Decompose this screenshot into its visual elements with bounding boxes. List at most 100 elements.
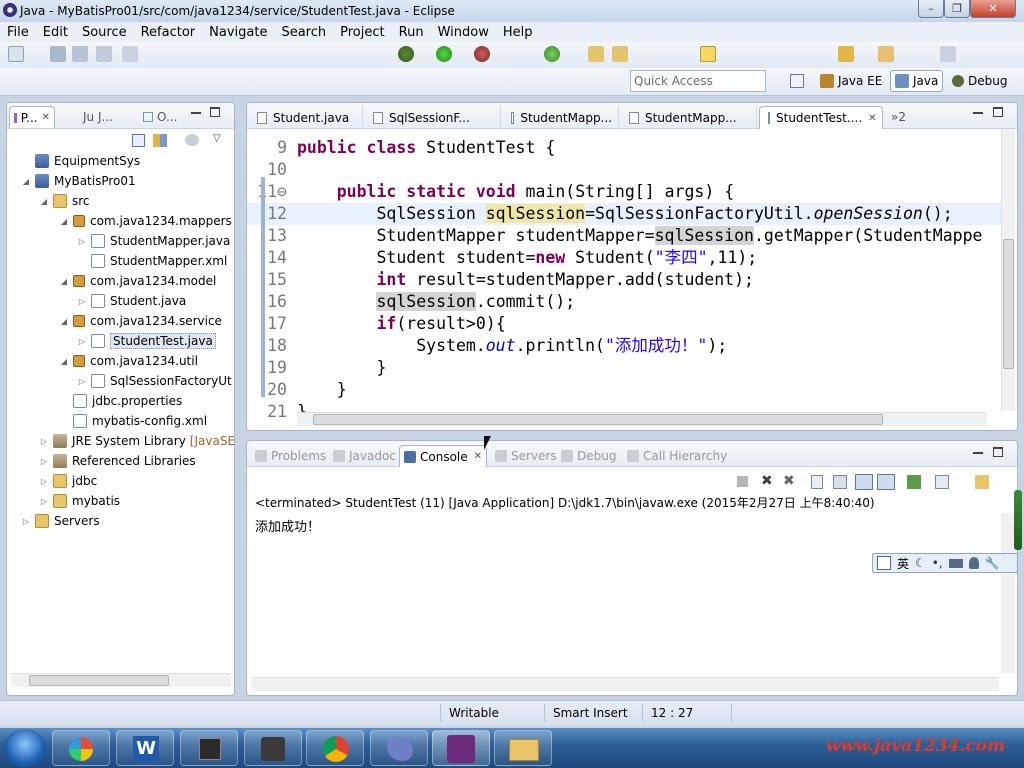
tree-item[interactable]: ▷ Student.java [77,291,186,311]
collapsed-arrow-icon[interactable]: ▷ [39,477,49,486]
new-java-class-icon[interactable] [544,46,560,62]
minimize-button[interactable]: – [918,0,944,18]
new-icon[interactable] [8,46,24,62]
taskbar-app-tool[interactable] [244,730,302,766]
editor-vertical-scrollbar[interactable] [1001,129,1015,411]
perspective-java[interactable]: Java [890,70,944,92]
tree-item[interactable]: StudentMapper.xml [77,251,227,271]
punctuation-icon[interactable]: •, [932,556,943,570]
code-line[interactable]: 10 [247,159,1003,181]
tab-console[interactable]: Console ✕ [399,445,488,467]
collapsed-arrow-icon[interactable]: ▷ [77,337,87,346]
menu-source[interactable]: Source [75,25,134,40]
editor-tab[interactable]: StudentMapp... [503,106,619,129]
expanded-arrow-icon[interactable]: ◢ [59,317,69,326]
code-line[interactable]: 11⊖ public static void main(String[] arg… [247,181,1003,203]
tab-debug[interactable]: Debug [557,445,620,467]
run-icon[interactable] [436,46,452,62]
print-icon[interactable] [96,46,112,62]
tree-item[interactable]: ◢ com.java1234.model [59,271,216,291]
tab-outline[interactable]: O... [139,106,181,128]
expanded-arrow-icon[interactable]: ◢ [59,277,69,286]
code-line[interactable]: 13 StudentMapper studentMapper=sqlSessio… [247,225,1003,247]
console-vertical-scrollbar[interactable] [1001,513,1015,673]
tree-item[interactable]: ◢ com.java1234.mappers [59,211,232,231]
search-icon[interactable] [612,46,628,62]
quick-access-input[interactable]: Quick Access [630,70,766,92]
tree-item[interactable]: ◢ MyBatisPro01 [21,171,136,191]
maximize-view-icon[interactable] [993,107,1003,117]
taskbar-app-chrome[interactable] [306,730,364,766]
view-menu-icon[interactable] [185,134,199,146]
editor-tab[interactable]: SqlSessionF... [365,106,501,129]
collapsed-arrow-icon[interactable]: ▷ [77,297,87,306]
display-selected-console-icon[interactable] [907,475,921,489]
code-line[interactable]: 17 if(result>0){ [247,313,1003,335]
taskbar-app-eclipse[interactable] [432,730,490,766]
taskbar-app-terminal[interactable] [180,730,238,766]
maximize-view-icon[interactable] [993,447,1003,457]
expanded-arrow-icon[interactable]: ◢ [59,357,69,366]
chevron-down-icon[interactable]: ▽ [213,133,221,144]
tree-item[interactable]: ▷ SqlSessionFactoryUt [77,371,232,391]
tree-item[interactable]: ▷ Servers [21,511,100,531]
code-line[interactable]: 15 int result=studentMapper.add(student)… [247,269,1003,291]
save-all-icon[interactable] [72,46,88,62]
collapsed-arrow-icon[interactable]: ▷ [21,517,31,526]
debug-run-icon[interactable] [398,46,414,62]
open-type-icon[interactable] [588,46,604,62]
menu-file[interactable]: File [0,25,36,40]
clear-console-icon[interactable] [811,475,823,489]
editor-horizontal-scrollbar[interactable] [297,412,987,426]
expanded-arrow-icon[interactable]: ◢ [39,197,49,206]
tree-item[interactable]: ▷ StudentTest.java [77,331,216,351]
remove-all-icon[interactable]: ✖ [783,473,795,489]
collapsed-arrow-icon[interactable]: ▷ [77,377,87,386]
taskbar-app-1[interactable] [52,730,110,766]
next-annotation-icon[interactable] [838,46,854,62]
collapsed-arrow-icon[interactable]: ▷ [39,457,49,466]
editor-tab[interactable]: StudentMapp... [621,106,757,129]
console-output[interactable]: 添加成功！ [255,516,320,535]
close-icon[interactable]: ✕ [42,112,50,123]
terminal-icon[interactable] [122,46,138,62]
tab-package-explorer[interactable]: P... ✕ [9,106,55,128]
collapse-all-icon[interactable] [132,134,145,147]
tab-junit[interactable]: Ju J... [79,106,117,128]
menu-project[interactable]: Project [333,25,391,40]
tree-item[interactable]: jdbc.properties [59,391,182,411]
tree-item[interactable]: ▷ mybatis [39,491,120,511]
code-line[interactable]: 19 } [247,357,1003,379]
menu-navigate[interactable]: Navigate [202,25,274,40]
collapsed-arrow-icon[interactable]: ▷ [39,497,49,506]
code-line[interactable]: 12 SqlSession sqlSession=SqlSessionFacto… [247,203,1003,225]
code-line[interactable]: 9 public class StudentTest { [247,137,1003,159]
tree-item[interactable]: ◢ com.java1234.util [59,351,198,371]
save-icon[interactable] [50,46,66,62]
expanded-arrow-icon[interactable]: ◢ [21,177,31,186]
code-line[interactable]: 20 } [247,379,1003,401]
taskbar-app-word[interactable]: W [116,730,174,766]
code-area[interactable]: 9 public class StudentTest {10 11⊖ public … [247,129,1003,419]
scroll-lock-icon[interactable] [833,475,847,489]
menu-search[interactable]: Search [274,25,333,40]
code-line[interactable]: 16 sqlSession.commit(); [247,291,1003,313]
toggle-mark-occurrences-icon[interactable] [700,46,716,62]
remove-launch-icon[interactable]: ✖ [761,473,773,489]
menu-refactor[interactable]: Refactor [134,25,203,40]
tree-item[interactable]: ◢ src [39,191,90,211]
menu-edit[interactable]: Edit [36,25,75,40]
forward-icon[interactable] [940,46,956,62]
menu-help[interactable]: Help [496,25,540,40]
tab-call-hierarchy[interactable]: Call Hierarchy [623,445,731,467]
tab-javadoc[interactable]: Javadoc [329,445,400,467]
word-wrap-icon[interactable] [855,474,873,490]
expanded-arrow-icon[interactable]: ◢ [59,217,69,226]
terminate-icon[interactable] [737,476,748,487]
menu-run[interactable]: Run [392,25,431,40]
ime-toolbar[interactable]: 英 ☾ •, 🔧 [872,553,1018,573]
wrench-icon[interactable]: 🔧 [985,556,1000,570]
open-console-icon[interactable] [935,475,949,489]
scrollbar-thumb[interactable] [1003,239,1014,369]
code-line[interactable]: 14 Student student=new Student("李四",11); [247,247,1003,269]
